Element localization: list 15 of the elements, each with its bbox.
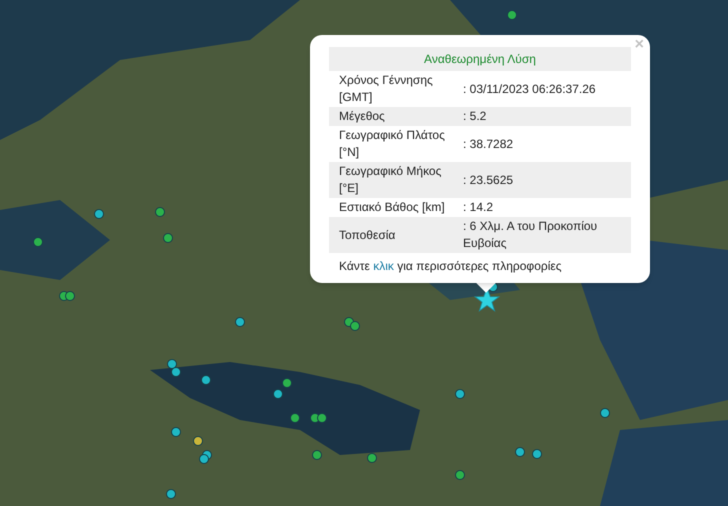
field-value: : 6 Χλμ. Α του Προκοπίου Ευβοίας [463,218,598,252]
field-value: : 03/11/2023 06:26:37.26 [463,80,597,98]
field-value: : 23.5625 [463,172,514,188]
popup-title: Αναθεωρημένη Λύση [329,47,631,71]
more-info-link[interactable]: κλικ [373,259,394,273]
field-value: : 5.2 [463,108,488,125]
field-value: : 38.7282 [463,136,514,152]
field-label: Γεωγραφικό Πλάτος [°N] [338,127,446,161]
field-label: Τοποθεσία [338,226,396,244]
field-label: Εστιακό Βάθος [km] [338,199,446,216]
field-value: : 14.2 [463,199,494,216]
more-info-text: Κάντε κλικ για περισσότερες πληροφορίες [338,258,563,275]
field-label: Χρόνος Γέννησης [GMT] [338,72,434,106]
field-label: Γεωγραφικό Μήκος [°E] [338,163,442,197]
field-label: Μέγεθος [338,108,386,125]
